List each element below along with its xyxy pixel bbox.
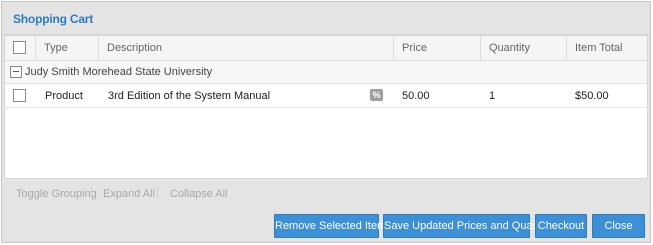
row-quantity[interactable]: 1 bbox=[489, 90, 495, 102]
column-header-type[interactable]: Type bbox=[36, 36, 68, 60]
row-type: Product bbox=[45, 90, 83, 102]
column-header-price[interactable]: Price bbox=[394, 36, 427, 60]
dialog-title: Shopping Cart bbox=[13, 12, 94, 26]
expand-all-link[interactable]: Expand All bbox=[103, 188, 155, 200]
toolbar-divider bbox=[91, 187, 92, 199]
remove-selected-items-button[interactable]: Remove Selected Items bbox=[274, 214, 392, 238]
save-updated-prices-button[interactable]: Save Updated Prices and Quantities bbox=[383, 214, 561, 238]
close-button[interactable]: Close bbox=[592, 214, 645, 238]
grid-header: Type Description Price Quantity Item Tot… bbox=[5, 36, 647, 61]
collapse-all-link[interactable]: Collapse All bbox=[170, 188, 227, 200]
row-select-checkbox[interactable] bbox=[13, 89, 26, 102]
row-item-total: $50.00 bbox=[575, 90, 609, 102]
group-row[interactable]: Judy Smith Morehead State University bbox=[5, 61, 647, 84]
cart-grid: Type Description Price Quantity Item Tot… bbox=[4, 35, 648, 179]
percent-icon[interactable]: % bbox=[370, 89, 383, 101]
shopping-cart-dialog: Shopping Cart Type Description Price Qua… bbox=[1, 1, 651, 243]
group-label: Judy Smith Morehead State University bbox=[25, 66, 213, 78]
toolbar-divider bbox=[157, 187, 158, 199]
column-header-item-total[interactable]: Item Total bbox=[567, 36, 623, 60]
collapse-group-icon[interactable] bbox=[10, 66, 22, 78]
grid-toolbar: Toggle Grouping Expand All Collapse All bbox=[2, 184, 650, 204]
dialog-title-bar: Shopping Cart bbox=[2, 2, 650, 35]
checkout-button[interactable]: Checkout bbox=[535, 214, 587, 238]
toggle-grouping-link[interactable]: Toggle Grouping bbox=[16, 188, 97, 200]
column-header-quantity[interactable]: Quantity bbox=[481, 36, 530, 60]
column-header-description[interactable]: Description bbox=[99, 36, 162, 60]
row-price[interactable]: 50.00 bbox=[402, 90, 430, 102]
table-row[interactable]: Product 3rd Edition of the System Manual… bbox=[5, 84, 647, 108]
select-all-checkbox[interactable] bbox=[13, 41, 26, 54]
row-description: 3rd Edition of the System Manual bbox=[108, 90, 271, 102]
